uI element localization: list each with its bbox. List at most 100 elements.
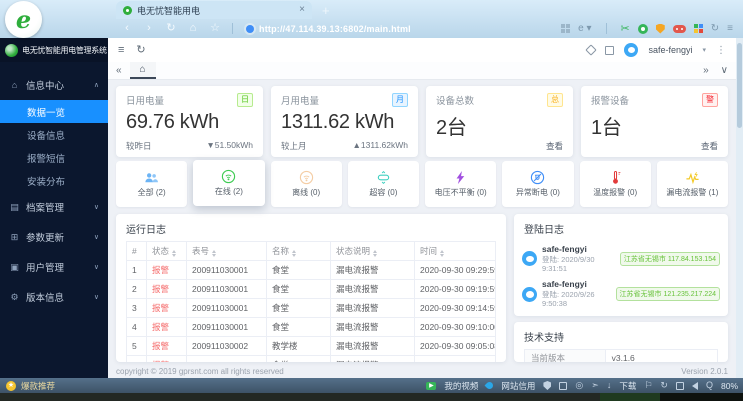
apps-grid-icon[interactable]	[561, 24, 570, 33]
login-entry: safe-fengyi 登陆: 2020/9/26 9:50:38 江苏省无锡市…	[514, 276, 728, 311]
filter-leakage-alarm[interactable]: 漏电流报警 (1)	[657, 161, 728, 207]
zoom-level[interactable]: 80%	[721, 381, 738, 391]
sort-icon[interactable]	[292, 250, 296, 257]
filter-temperature-alarm[interactable]: 温度报警 (0)	[580, 161, 651, 207]
sidebar-item-install-distribution[interactable]: 安装分布	[0, 169, 108, 192]
site-info-icon[interactable]	[246, 25, 254, 33]
sidebar-group-archives[interactable]: ▤ 档案管理 ∨	[0, 192, 108, 222]
sort-icon[interactable]	[212, 250, 216, 257]
sort-icon[interactable]	[172, 250, 176, 257]
history-undo-icon[interactable]: ↻	[711, 24, 719, 34]
filter-abnormal-power-cut[interactable]: 异常断电 (0)	[502, 161, 573, 207]
sidebar-group-user-management[interactable]: ▣ 用户管理 ∨	[0, 252, 108, 282]
bookmark-star-icon[interactable]: ☆	[204, 23, 226, 34]
table-row[interactable]: 4 报警 200911030001 食堂 漏电流报警 2020-09-30 09…	[127, 318, 496, 337]
window-icon[interactable]	[676, 382, 684, 390]
sidebar-group-parameter-update[interactable]: ⊞ 参数更新 ∨	[0, 222, 108, 252]
site-credit-label[interactable]: 网站信用	[501, 380, 535, 392]
sidebar-group-version-info[interactable]: ⚙ 版本信息 ∨	[0, 282, 108, 312]
reload-button[interactable]: ↻	[160, 23, 182, 34]
card-title: 日用电量	[126, 93, 164, 107]
home-page-tab[interactable]: ⌂	[130, 62, 156, 79]
col-status[interactable]: 状态	[147, 242, 187, 261]
table-row[interactable]: 1 报警 200911030001 食堂 漏电流报警 2020-09-30 09…	[127, 261, 496, 280]
protection-shield-icon[interactable]	[543, 381, 551, 390]
cell-status: 报警	[147, 261, 187, 280]
view-link[interactable]: 查看	[701, 140, 718, 152]
col-index[interactable]: #	[127, 242, 147, 261]
search-icon[interactable]: Q	[706, 381, 713, 390]
extensions-grid-icon[interactable]	[694, 24, 703, 33]
login-time: 登陆: 2020/9/26 9:50:38	[542, 290, 611, 309]
sidebar-item-data-overview[interactable]: 数据一览	[0, 100, 108, 123]
flag-icon[interactable]: ⚐	[644, 381, 652, 390]
status-filters: 全部 (2) 在线 (2) 离线 (0) 超容 (0) 电压不平衡 (0)	[116, 161, 728, 207]
more-options-icon[interactable]: ⋮	[716, 45, 726, 56]
table-row[interactable]: 6 报警 200911030001 食堂 漏电流报警 2020-09-30 09…	[127, 356, 496, 363]
tabs-scroll-left-icon[interactable]: «	[116, 65, 122, 76]
hot-recommend-label[interactable]: 爆款推荐	[21, 380, 55, 392]
address-bar[interactable]: http://47.114.39.13:6802/main.html	[239, 21, 494, 36]
wallet-extension-icon[interactable]	[638, 24, 648, 34]
filter-over-capacity[interactable]: 超容 (0)	[348, 161, 419, 207]
download-arrow-icon[interactable]: ↓	[607, 381, 612, 390]
tab-close-icon[interactable]: ×	[299, 5, 305, 15]
col-time[interactable]: 时间	[415, 242, 496, 261]
tag-icon[interactable]	[586, 44, 597, 55]
table-row[interactable]: 3 报警 200911030001 食堂 漏电流报警 2020-09-30 09…	[127, 299, 496, 318]
water-drop-icon[interactable]	[485, 381, 495, 391]
collapse-sidebar-icon[interactable]: ≡	[118, 45, 124, 56]
user-avatar[interactable]	[624, 43, 638, 57]
page-tab-bar: « ⌂ » ∨	[108, 62, 736, 80]
my-video-label[interactable]: 我的视频	[444, 380, 478, 392]
table-row[interactable]: 2 报警 200911030001 食堂 漏电流报警 2020-09-30 09…	[127, 280, 496, 299]
sort-icon[interactable]	[440, 250, 444, 257]
browser-hamburger-icon[interactable]: ≡	[727, 24, 733, 34]
e-dropdown-button[interactable]: e ▾	[578, 24, 591, 34]
compass-icon[interactable]: ◎	[575, 381, 583, 390]
snapshot-icon[interactable]	[559, 382, 567, 390]
filter-all[interactable]: 全部 (2)	[116, 161, 187, 207]
filter-offline[interactable]: 离线 (0)	[271, 161, 342, 207]
session-restore-icon[interactable]: ↻	[660, 381, 668, 390]
screenshot-scissors-icon[interactable]: ✂	[621, 22, 630, 35]
download-label[interactable]: 下载	[619, 380, 636, 392]
cell-index: 6	[127, 356, 147, 363]
sidebar-group-info-center[interactable]: ⌂ 信息中心 ∧	[0, 70, 108, 100]
fullscreen-icon[interactable]	[605, 46, 614, 55]
sort-icon[interactable]	[373, 250, 377, 257]
version-label: 当前版本	[525, 350, 606, 362]
browser-tab[interactable]: 电无忧智能用电 ×	[116, 1, 312, 19]
hot-star-icon[interactable]: ★	[6, 381, 16, 391]
filter-voltage-imbalance[interactable]: 电压不平衡 (0)	[425, 161, 496, 207]
user-menu-caret-icon[interactable]: ▾	[702, 46, 706, 54]
games-extension-icon[interactable]	[673, 25, 686, 33]
back-button[interactable]: ‹	[116, 23, 138, 34]
speaker-icon[interactable]	[692, 382, 698, 390]
tabs-scroll-right-icon[interactable]: »	[703, 65, 709, 76]
scrollbar[interactable]	[736, 38, 743, 378]
sidebar-item-alarm-sms[interactable]: 报警短信	[0, 146, 108, 169]
login-entry: safe-fengyi 登陆: 2020/9/30 9:31:51 江苏省无锡市…	[514, 241, 728, 276]
tech-support-title: 技术支持	[514, 322, 728, 349]
scrollbar-thumb[interactable]	[737, 43, 742, 128]
col-name[interactable]: 名称	[267, 242, 331, 261]
new-tab-button[interactable]: +	[322, 4, 330, 17]
refresh-page-icon[interactable]: ↻	[136, 45, 145, 56]
col-status-desc[interactable]: 状态说明	[331, 242, 415, 261]
username[interactable]: safe-fengyi	[648, 45, 692, 55]
tabs-menu-icon[interactable]: ∨	[721, 65, 728, 76]
col-meter-no[interactable]: 表号	[187, 242, 267, 261]
sidebar-item-device-info[interactable]: 设备信息	[0, 123, 108, 146]
browser-home-button[interactable]: ⌂	[182, 23, 204, 34]
my-video-icon[interactable]: ▶	[426, 382, 436, 390]
browser-menu-button[interactable]: e	[5, 1, 42, 38]
filter-online[interactable]: 在线 (2)	[193, 160, 264, 206]
boost-rocket-icon[interactable]: ➣	[591, 381, 599, 390]
table-row[interactable]: 5 报警 200911030002 教学楼 漏电流报警 2020-09-30 0…	[127, 337, 496, 356]
cell-index: 2	[127, 280, 147, 299]
forward-button[interactable]: ›	[138, 23, 160, 34]
security-shield-icon[interactable]	[656, 24, 665, 34]
cell-name: 食堂	[267, 299, 331, 318]
view-link[interactable]: 查看	[546, 140, 563, 152]
